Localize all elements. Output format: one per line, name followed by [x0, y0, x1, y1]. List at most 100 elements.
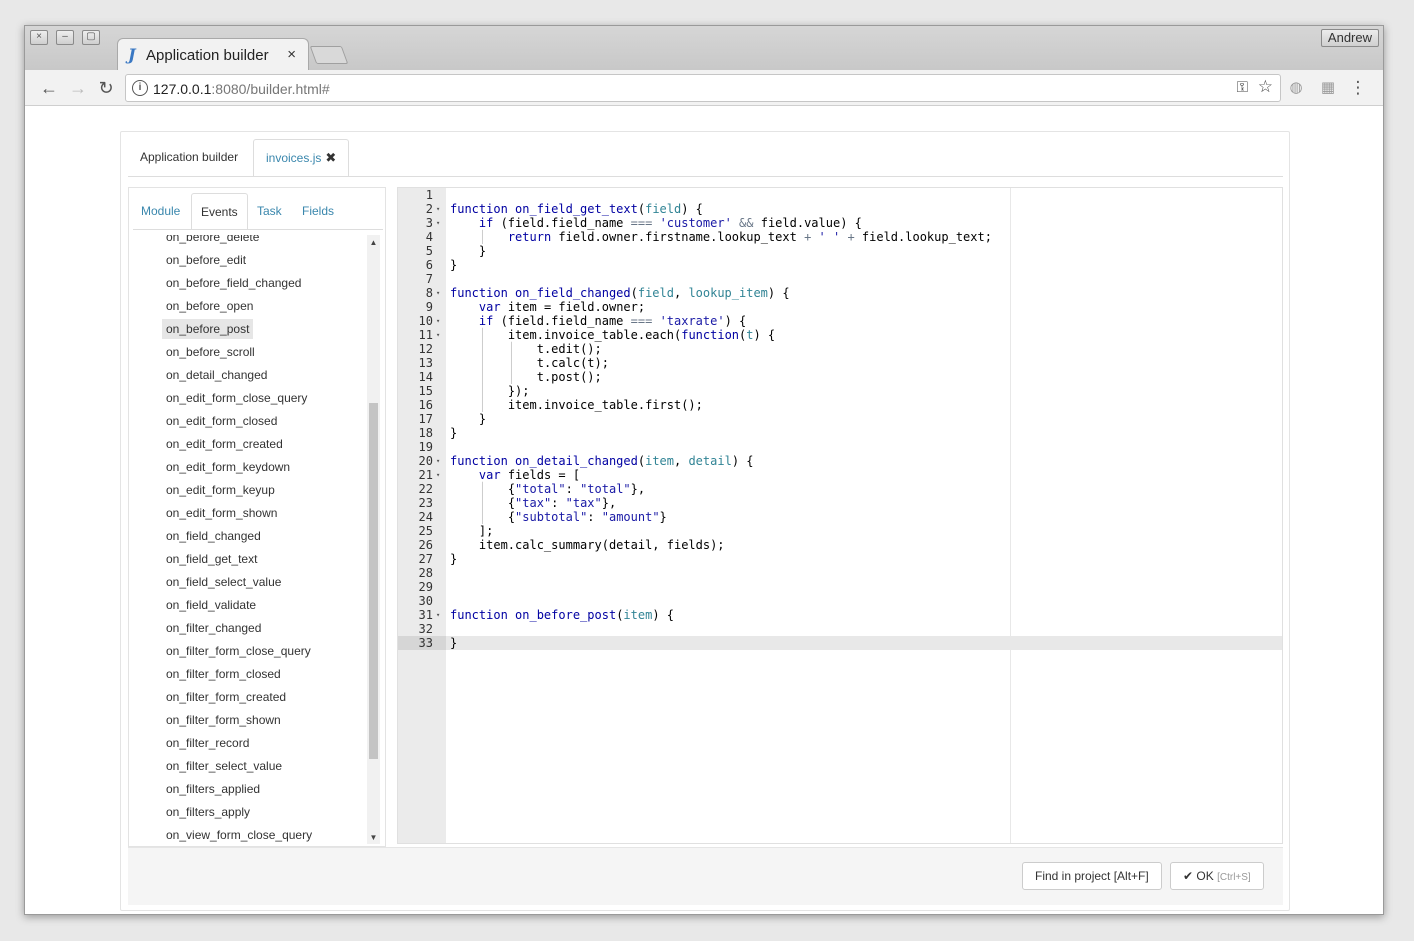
code-line[interactable]: 1 — [398, 188, 1282, 202]
code-line[interactable]: 27} — [398, 552, 1282, 566]
subtab-fields[interactable]: Fields — [293, 193, 343, 230]
code-line[interactable]: 16 │ item.invoice_table.first(); — [398, 398, 1282, 412]
maximize-window-icon[interactable]: ▢ — [82, 30, 100, 45]
fold-toggle-icon[interactable]: ▾ — [436, 454, 440, 468]
star-icon[interactable]: ☆ — [1258, 77, 1273, 97]
url-text[interactable]: 127.0.0.1:8080/builder.html# — [153, 81, 330, 97]
event-item[interactable]: on_filter_form_close_query — [133, 640, 367, 663]
event-item[interactable]: on_field_validate — [133, 594, 367, 617]
code-line[interactable]: 21 ▾ var fields = [ — [398, 468, 1282, 482]
tab-application-builder[interactable]: Application builder — [128, 139, 250, 177]
tab-invoices-js[interactable]: invoices.js ✖ — [253, 139, 350, 177]
event-item[interactable]: on_field_get_text — [133, 548, 367, 571]
code-line[interactable]: 19 — [398, 440, 1282, 454]
close-window-icon[interactable]: × — [30, 30, 48, 45]
code-line[interactable]: 31 ▾ function on_before_post(item) { — [398, 608, 1282, 622]
event-item[interactable]: on_filter_form_shown — [133, 709, 367, 732]
code-line[interactable]: 29 — [398, 580, 1282, 594]
event-item[interactable]: on_edit_form_keydown — [133, 456, 367, 479]
scroll-thumb[interactable] — [369, 403, 378, 759]
code-line[interactable]: 17 } — [398, 412, 1282, 426]
event-item[interactable]: on_filter_changed — [133, 617, 367, 640]
code-line[interactable]: 7 — [398, 272, 1282, 286]
code-line[interactable]: 6} — [398, 258, 1282, 272]
event-item[interactable]: on_edit_form_close_query — [133, 387, 367, 410]
browser-tab[interactable]: J Application builder × — [117, 38, 309, 71]
event-item[interactable]: on_before_field_changed — [133, 272, 367, 295]
code-line[interactable]: 23 │ {"tax": "tax"}, — [398, 496, 1282, 510]
event-item[interactable]: on_before_scroll — [133, 341, 367, 364]
code-line[interactable]: 12 │ │ t.edit(); — [398, 342, 1282, 356]
back-icon[interactable]: ← — [37, 76, 61, 100]
code-line[interactable]: 2 ▾ function on_field_get_text(field) { — [398, 202, 1282, 216]
key-icon[interactable]: ⚿ — [1237, 79, 1248, 96]
code-line[interactable]: 8 ▾ function on_field_changed(field, looku… — [398, 286, 1282, 300]
fold-toggle-icon[interactable]: ▾ — [436, 328, 440, 342]
code-line[interactable]: 30 — [398, 594, 1282, 608]
event-item[interactable]: on_view_form_close_query — [133, 824, 367, 844]
code-line[interactable]: 20 ▾ function on_detail_changed(item, deta… — [398, 454, 1282, 468]
ok-button[interactable]: ✔ OK [Ctrl+S] — [1170, 862, 1264, 890]
subtab-module[interactable]: Module — [132, 193, 189, 230]
site-info-icon[interactable]: i — [132, 80, 148, 96]
event-item[interactable]: on_field_changed — [133, 525, 367, 548]
event-item[interactable]: on_detail_changed — [133, 364, 367, 387]
code-line[interactable]: 10 ▾ if (field.field_name === 'taxrate') … — [398, 314, 1282, 328]
new-tab-button[interactable] — [309, 46, 349, 64]
event-item[interactable]: on_edit_form_keyup — [133, 479, 367, 502]
code-line[interactable]: 11 ▾ │ item.invoice_table.each(function(t… — [398, 328, 1282, 342]
fold-toggle-icon[interactable]: ▾ — [436, 202, 440, 216]
globe-icon[interactable]: ◍ — [1287, 79, 1305, 97]
menu-icon[interactable]: ⋮ — [1349, 79, 1367, 97]
fold-toggle-icon[interactable]: ▾ — [436, 608, 440, 622]
event-item[interactable]: on_before_delete — [133, 235, 367, 249]
event-item[interactable]: on_edit_form_shown — [133, 502, 367, 525]
code-line[interactable]: 33} — [398, 636, 1282, 650]
event-item[interactable]: on_filters_apply — [133, 801, 367, 824]
code-line[interactable]: 28 — [398, 566, 1282, 580]
event-item[interactable]: on_filters_applied — [133, 778, 367, 801]
code-line[interactable]: 3 ▾ if (field.field_name === 'customer' &… — [398, 216, 1282, 230]
code-line[interactable]: 26 item.calc_summary(detail, fields); — [398, 538, 1282, 552]
subtab-task[interactable]: Task — [248, 193, 291, 230]
code-line[interactable]: 15 │ }); — [398, 384, 1282, 398]
code-line[interactable]: 5 } — [398, 244, 1282, 258]
code-line[interactable]: 13 │ │ t.calc(t); — [398, 356, 1282, 370]
event-item[interactable]: on_filter_form_closed — [133, 663, 367, 686]
event-item[interactable]: on_before_edit — [133, 249, 367, 272]
address-bar[interactable]: i 127.0.0.1:8080/builder.html# ⚿ ☆ — [125, 74, 1281, 102]
event-item[interactable]: on_filter_select_value — [133, 755, 367, 778]
code-editor[interactable]: 1 2 ▾ function on_field_get_text(field) {3 ▾… — [397, 187, 1283, 844]
event-item[interactable]: on_filter_record — [133, 732, 367, 755]
code-line[interactable]: 4 │ return field.owner.firstname.lookup_… — [398, 230, 1282, 244]
profile-button[interactable]: Andrew — [1320, 29, 1379, 47]
code-line[interactable]: 25 ]; — [398, 524, 1282, 538]
extension-icon[interactable]: ▦ — [1319, 79, 1337, 97]
code-line[interactable]: 24 │ {"subtotal": "amount"} — [398, 510, 1282, 524]
code-line[interactable]: 32 — [398, 622, 1282, 636]
fold-toggle-icon[interactable]: ▾ — [436, 314, 440, 328]
subtab-events[interactable]: Events — [191, 193, 248, 230]
code-line[interactable]: 14 │ │ t.post(); — [398, 370, 1282, 384]
forward-icon[interactable]: → — [66, 76, 90, 100]
event-item[interactable]: on_edit_form_closed — [133, 410, 367, 433]
fold-toggle-icon[interactable]: ▾ — [436, 286, 440, 300]
reload-icon[interactable]: ↻ — [94, 76, 118, 100]
tab-close-icon[interactable]: × — [287, 46, 296, 63]
event-item[interactable]: on_field_select_value — [133, 571, 367, 594]
code-line[interactable]: 22 │ {"total": "total"}, — [398, 482, 1282, 496]
event-item[interactable]: on_edit_form_created — [133, 433, 367, 456]
events-scrollbar[interactable]: ▲ ▼ — [367, 235, 380, 844]
fold-toggle-icon[interactable]: ▾ — [436, 468, 440, 482]
code-line[interactable]: 9 var item = field.owner; — [398, 300, 1282, 314]
scroll-down-icon[interactable]: ▼ — [367, 832, 380, 844]
find-in-project-button[interactable]: Find in project [Alt+F] — [1022, 862, 1162, 890]
fold-toggle-icon[interactable]: ▾ — [436, 216, 440, 230]
minimize-window-icon[interactable]: – — [56, 30, 74, 45]
event-item[interactable]: on_before_post — [133, 318, 367, 341]
event-item[interactable]: on_before_open — [133, 295, 367, 318]
scroll-up-icon[interactable]: ▲ — [367, 237, 380, 249]
tab-close-icon[interactable]: ✖ — [325, 150, 336, 165]
event-item[interactable]: on_filter_form_created — [133, 686, 367, 709]
code-line[interactable]: 18} — [398, 426, 1282, 440]
